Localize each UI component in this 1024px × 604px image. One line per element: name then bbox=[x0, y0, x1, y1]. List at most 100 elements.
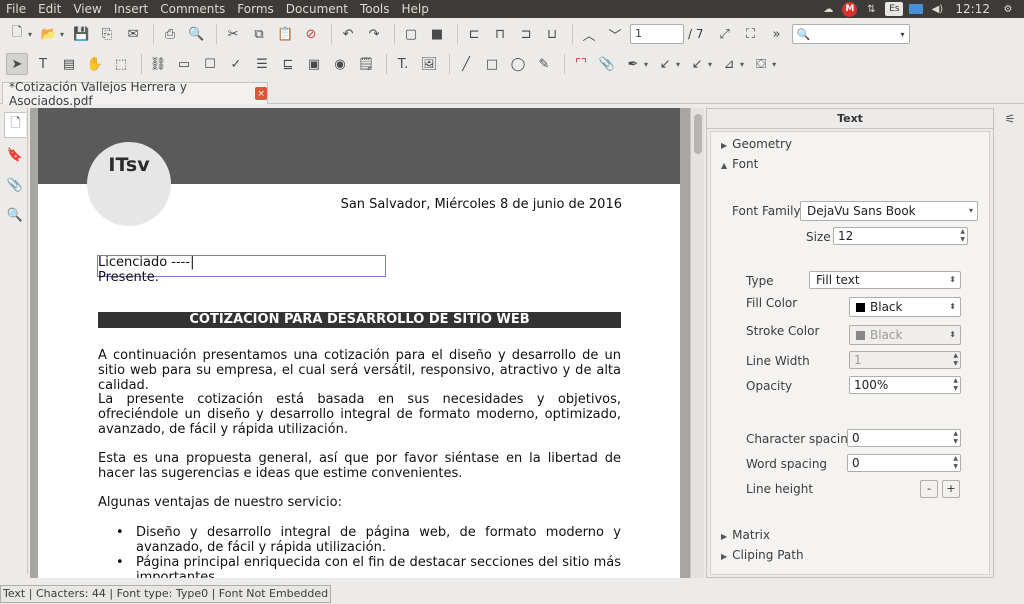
word-spacing-spinner[interactable]: 0 ▲ ▼ bbox=[847, 454, 961, 472]
type-combo[interactable]: Fill text ⬍ bbox=[809, 271, 961, 289]
open-folder-icon[interactable]: 📂 bbox=[38, 23, 60, 45]
fill-color-combo[interactable]: Black ⬍ bbox=[849, 297, 961, 317]
line-icon[interactable]: ╱ bbox=[455, 53, 477, 75]
print-preview-icon[interactable]: 🔍 bbox=[185, 23, 207, 45]
stamp-dropdown-icon[interactable]: ▾ bbox=[772, 60, 776, 69]
clipping-path-expander[interactable]: ▶ Cliping Path bbox=[721, 548, 804, 562]
mail-client-icon[interactable]: M bbox=[842, 1, 858, 17]
document-tab[interactable]: *Cotización Vallejos Herrera y Asociados… bbox=[2, 80, 268, 108]
edit-text-icon[interactable]: T bbox=[32, 53, 54, 75]
page-number-input[interactable]: 1 bbox=[630, 24, 685, 44]
overflow-icon[interactable]: » bbox=[766, 23, 788, 45]
menu-document[interactable]: Document bbox=[280, 0, 354, 18]
select-arrow-icon[interactable]: ➤ bbox=[6, 53, 28, 75]
menu-file[interactable]: File bbox=[0, 0, 32, 18]
addressee-line[interactable]: Licenciado ----| bbox=[98, 255, 194, 270]
next-page-icon[interactable]: ﹀ bbox=[604, 23, 626, 45]
fill-rect-icon[interactable]: ■ bbox=[426, 23, 448, 45]
highlight-dropdown-icon[interactable]: ▾ bbox=[644, 60, 648, 69]
pencil-icon[interactable]: ✎ bbox=[533, 53, 555, 75]
scrollbar-thumb[interactable] bbox=[694, 114, 702, 154]
ellipse-icon[interactable]: ◯ bbox=[507, 53, 529, 75]
save-icon[interactable]: 💾 bbox=[70, 23, 92, 45]
document-scrollbar[interactable] bbox=[690, 108, 704, 578]
fit-window-icon[interactable]: ⛶ bbox=[740, 23, 762, 45]
radio-button-icon[interactable]: ◉ bbox=[329, 53, 351, 75]
arrow-dropdown-icon[interactable]: ▾ bbox=[676, 60, 680, 69]
new-dropdown-icon[interactable]: ▾ bbox=[28, 30, 32, 39]
open-dropdown-icon[interactable]: ▾ bbox=[60, 30, 64, 39]
align-bottom-icon[interactable]: ⊔ bbox=[541, 23, 563, 45]
search-panel-icon[interactable]: 🔍 bbox=[4, 202, 26, 228]
delete-icon[interactable]: ⊘ bbox=[300, 23, 322, 45]
print-icon[interactable]: ⎙ bbox=[159, 23, 181, 45]
callout-dropdown-icon[interactable]: ▾ bbox=[708, 60, 712, 69]
menu-tools[interactable]: Tools bbox=[354, 0, 396, 18]
comment-box-icon[interactable]: ⌜⌝ bbox=[570, 53, 592, 75]
cut-icon[interactable]: ✂ bbox=[222, 23, 244, 45]
spinner-arrows-icon[interactable]: ▲ ▼ bbox=[953, 377, 958, 393]
spinner-arrows-icon[interactable]: ▲ ▼ bbox=[953, 430, 958, 446]
volume-icon[interactable]: ◀) bbox=[929, 2, 945, 16]
font-expander[interactable]: ▲ Font bbox=[721, 157, 758, 171]
network-icon[interactable]: ⇅ bbox=[863, 2, 879, 16]
email-icon[interactable]: ✉ bbox=[122, 23, 144, 45]
align-top-icon[interactable]: ⊓ bbox=[489, 23, 511, 45]
search-dropdown-icon[interactable]: ▾ bbox=[901, 30, 905, 39]
line-height-decrease-button[interactable]: - bbox=[920, 480, 938, 498]
link-icon[interactable]: ⛓ bbox=[147, 53, 169, 75]
menu-edit[interactable]: Edit bbox=[32, 0, 67, 18]
checkbox-field-icon[interactable]: ☐ bbox=[199, 53, 221, 75]
menu-insert[interactable]: Insert bbox=[108, 0, 154, 18]
highlight-icon[interactable]: ✒ bbox=[622, 53, 644, 75]
paste-icon[interactable]: 📋 bbox=[274, 23, 296, 45]
new-document-icon[interactable]: 🗋 bbox=[6, 23, 28, 45]
save-as-icon[interactable]: ⎘ bbox=[96, 23, 118, 45]
attachment-icon[interactable]: 📎 bbox=[596, 53, 618, 75]
pages-panel-icon[interactable]: 🗋 bbox=[4, 112, 26, 138]
matrix-expander[interactable]: ▶ Matrix bbox=[721, 528, 770, 542]
spinner-arrows-icon[interactable]: ▲ ▼ bbox=[953, 455, 958, 471]
geometry-expander[interactable]: ▶ Geometry bbox=[721, 137, 792, 151]
crop-select-icon[interactable]: ⬚ bbox=[110, 53, 132, 75]
opacity-spinner[interactable]: 100% ▲ ▼ bbox=[849, 376, 961, 394]
line-width-spinner[interactable]: 1 ▲ ▼ bbox=[849, 351, 961, 369]
menu-forms[interactable]: Forms bbox=[231, 0, 279, 18]
size-spinner[interactable]: 12 ▲ ▼ bbox=[833, 227, 968, 245]
rectangle-icon[interactable]: □ bbox=[481, 53, 503, 75]
arrow-annot-icon[interactable]: ↙ bbox=[654, 53, 676, 75]
push-button-icon[interactable]: ▣ bbox=[303, 53, 325, 75]
align-center-icon[interactable]: ⊐ bbox=[515, 23, 537, 45]
spinner-arrows-icon[interactable]: ▲ ▼ bbox=[953, 352, 958, 368]
cloud-sync-icon[interactable]: ☁ bbox=[820, 2, 836, 16]
menu-help[interactable]: Help bbox=[396, 0, 435, 18]
fit-page-icon[interactable]: ▢ bbox=[400, 23, 422, 45]
sliders-icon[interactable]: ⚟ bbox=[1002, 112, 1018, 128]
previous-page-icon[interactable]: ︿ bbox=[578, 23, 600, 45]
clock[interactable]: 12:12 bbox=[951, 2, 994, 16]
fit-width-icon[interactable]: ⤢ bbox=[714, 23, 736, 45]
copy-icon[interactable]: ⧉ bbox=[248, 23, 270, 45]
menu-comments[interactable]: Comments bbox=[154, 0, 231, 18]
keyboard-layout-indicator[interactable]: Es bbox=[885, 2, 904, 16]
document-viewport[interactable]: ITsv San Salvador, Miércoles 8 de junio … bbox=[30, 108, 690, 578]
close-tab-icon[interactable]: × bbox=[255, 87, 267, 100]
combo-box-icon[interactable]: ⊑ bbox=[277, 53, 299, 75]
checkmark-icon[interactable]: ✓ bbox=[225, 53, 247, 75]
align-left-icon[interactable]: ⊏ bbox=[463, 23, 485, 45]
stamp-icon[interactable]: ⛋ bbox=[750, 53, 772, 75]
attachments-icon[interactable]: 📎 bbox=[4, 172, 26, 198]
note-icon[interactable]: 🗒 bbox=[355, 53, 377, 75]
search-input[interactable]: 🔍 ▾ bbox=[791, 24, 910, 44]
undo-icon[interactable]: ↶ bbox=[337, 23, 359, 45]
envelope-icon[interactable] bbox=[909, 4, 924, 14]
pdf-page[interactable]: ITsv San Salvador, Miércoles 8 de junio … bbox=[38, 108, 680, 578]
power-gear-icon[interactable]: ⚙ bbox=[1000, 2, 1016, 16]
insert-text-icon[interactable]: T. bbox=[392, 53, 414, 75]
polyline-icon[interactable]: ⊿ bbox=[718, 53, 740, 75]
font-family-combo[interactable]: DejaVu Sans Book ▾ bbox=[800, 201, 978, 221]
stroke-color-combo[interactable]: Black ⬍ bbox=[849, 325, 961, 345]
spinner-arrows-icon[interactable]: ▲ ▼ bbox=[960, 228, 965, 244]
text-field-icon[interactable]: ▭ bbox=[173, 53, 195, 75]
line-height-increase-button[interactable]: + bbox=[942, 480, 960, 498]
